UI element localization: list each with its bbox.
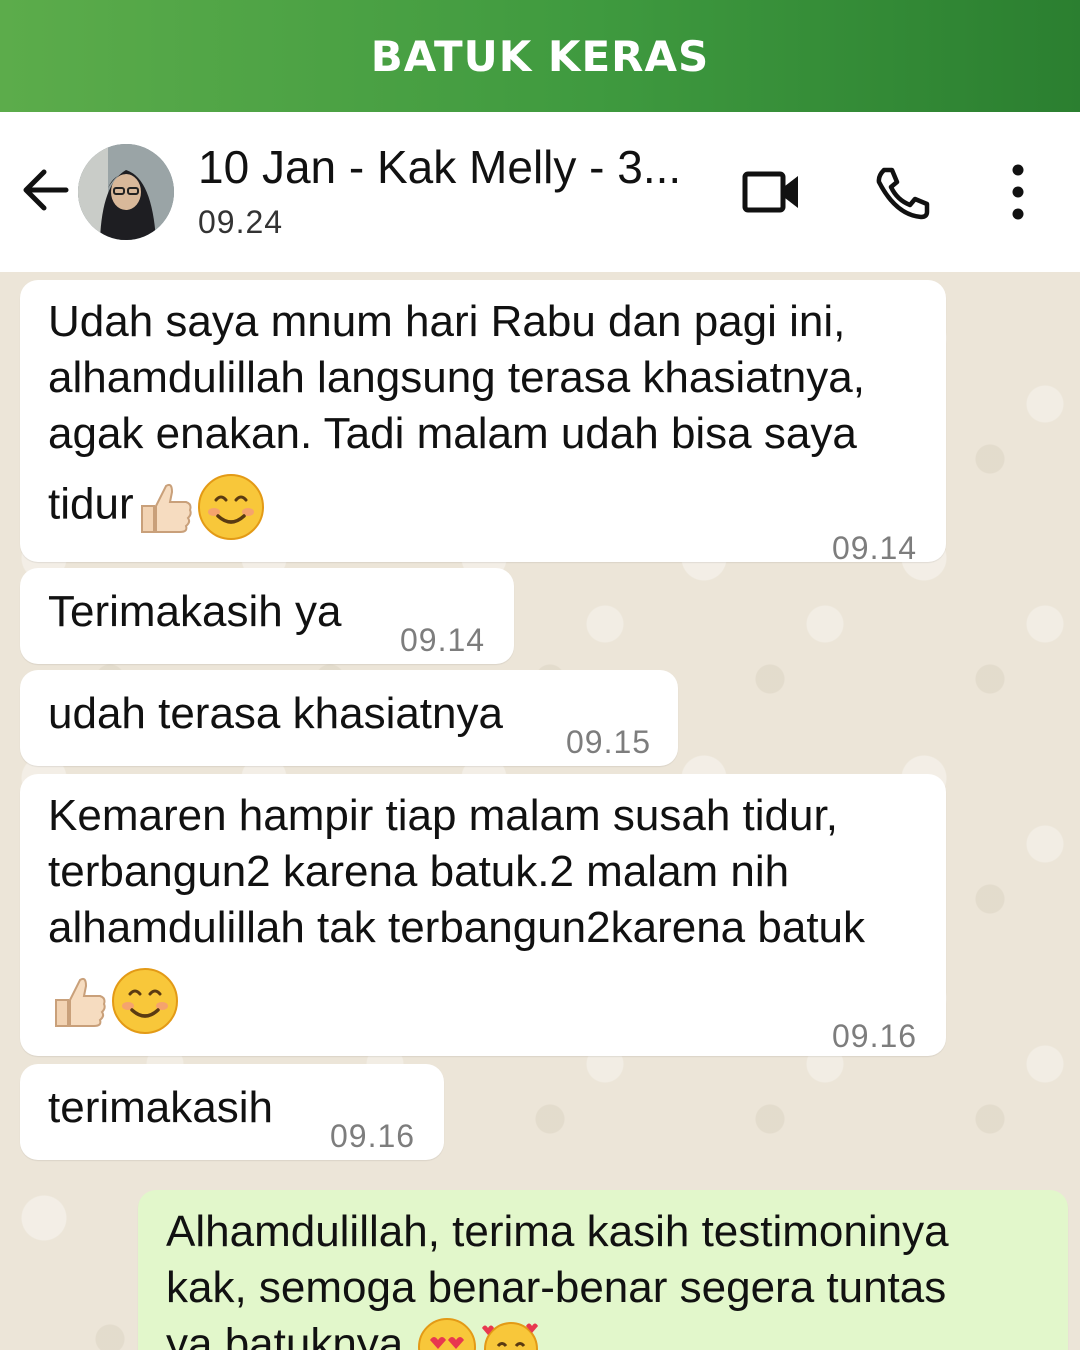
chat-messages[interactable]: Udah saya mnum hari Rabu dan pagi ini, a… <box>0 272 1080 1350</box>
message-line: alhamdulillah langsung terasa khasiatnya… <box>48 353 865 402</box>
message-line-text: ya batuknya <box>166 1319 404 1350</box>
heart-eyes-icon <box>417 1318 476 1350</box>
more-options-button[interactable] <box>988 162 1048 222</box>
more-vert-icon <box>1012 164 1024 220</box>
last-seen-time: 09.24 <box>198 204 284 240</box>
thumbs-up-icon <box>140 483 192 533</box>
message-line: Kemaren hampir tiap malam susah tidur, <box>48 791 838 840</box>
message-line: ya batuknya <box>166 1316 949 1350</box>
contact-name[interactable]: 10 Jan - Kak Melly - 3... <box>198 140 678 194</box>
message-line: kak, semoga benar-benar segera tuntas <box>166 1263 947 1312</box>
message-time: 09.14 <box>400 622 486 658</box>
banner-title: BATUK KERAS <box>370 31 710 81</box>
message-time: 09.16 <box>832 1018 918 1054</box>
message-line: Alhamdulillah, terima kasih testimoninya <box>166 1207 949 1256</box>
message-line: terbangun2 karena batuk.2 malam nih <box>48 847 790 896</box>
avatar[interactable] <box>78 144 174 240</box>
message-text: udah terasa khasiatnya <box>48 689 503 738</box>
message-bubble-incoming[interactable]: udah terasa khasiatnya 09.15 <box>20 670 678 766</box>
video-call-button[interactable] <box>740 162 804 222</box>
message-bubble-incoming[interactable]: Terimakasih ya 09.14 <box>20 568 514 664</box>
video-call-icon <box>742 171 798 213</box>
chat-header: 10 Jan - Kak Melly - 3... 09.24 <box>0 112 1080 273</box>
message-time: 09.16 <box>330 1118 416 1154</box>
message-time: 09.15 <box>566 724 652 760</box>
phone-icon <box>876 167 930 220</box>
message-time: 09.14 <box>832 530 918 566</box>
smiling-face-icon <box>197 474 264 540</box>
promo-banner: BATUK KERAS <box>0 0 1080 112</box>
smiling-face-icon <box>112 968 178 1034</box>
message-emojis <box>48 966 865 1036</box>
message-text: Alhamdulillah, terima kasih testimoninya… <box>166 1204 949 1350</box>
message-line: alhamdulillah tak terbangun2karena batuk <box>48 903 866 952</box>
back-button[interactable] <box>18 162 74 218</box>
message-text: Terimakasih ya <box>48 587 342 636</box>
thumbs-up-icon <box>55 977 106 1027</box>
message-bubble-outgoing[interactable]: Alhamdulillah, terima kasih testimoninya… <box>138 1190 1068 1350</box>
smiling-face-with-hearts-icon <box>481 1322 538 1350</box>
message-bubble-incoming[interactable]: Udah saya mnum hari Rabu dan pagi ini, a… <box>20 280 946 566</box>
message-line: tidur <box>48 472 865 542</box>
message-line: Udah saya mnum hari Rabu dan pagi ini, <box>48 297 846 346</box>
message-line-text: tidur <box>48 479 134 529</box>
voice-call-button[interactable] <box>870 162 934 222</box>
message-text: Udah saya mnum hari Rabu dan pagi ini, a… <box>48 294 865 542</box>
message-bubble-incoming[interactable]: terimakasih 09.16 <box>20 1064 444 1160</box>
back-arrow-icon <box>23 169 69 211</box>
message-line: agak enakan. Tadi malam udah bisa saya <box>48 409 857 458</box>
avatar-image <box>78 144 174 240</box>
message-text: Kemaren hampir tiap malam susah tidur, t… <box>48 788 865 1036</box>
message-bubble-incoming[interactable]: Kemaren hampir tiap malam susah tidur, t… <box>20 774 946 1056</box>
message-text: terimakasih <box>48 1083 273 1132</box>
